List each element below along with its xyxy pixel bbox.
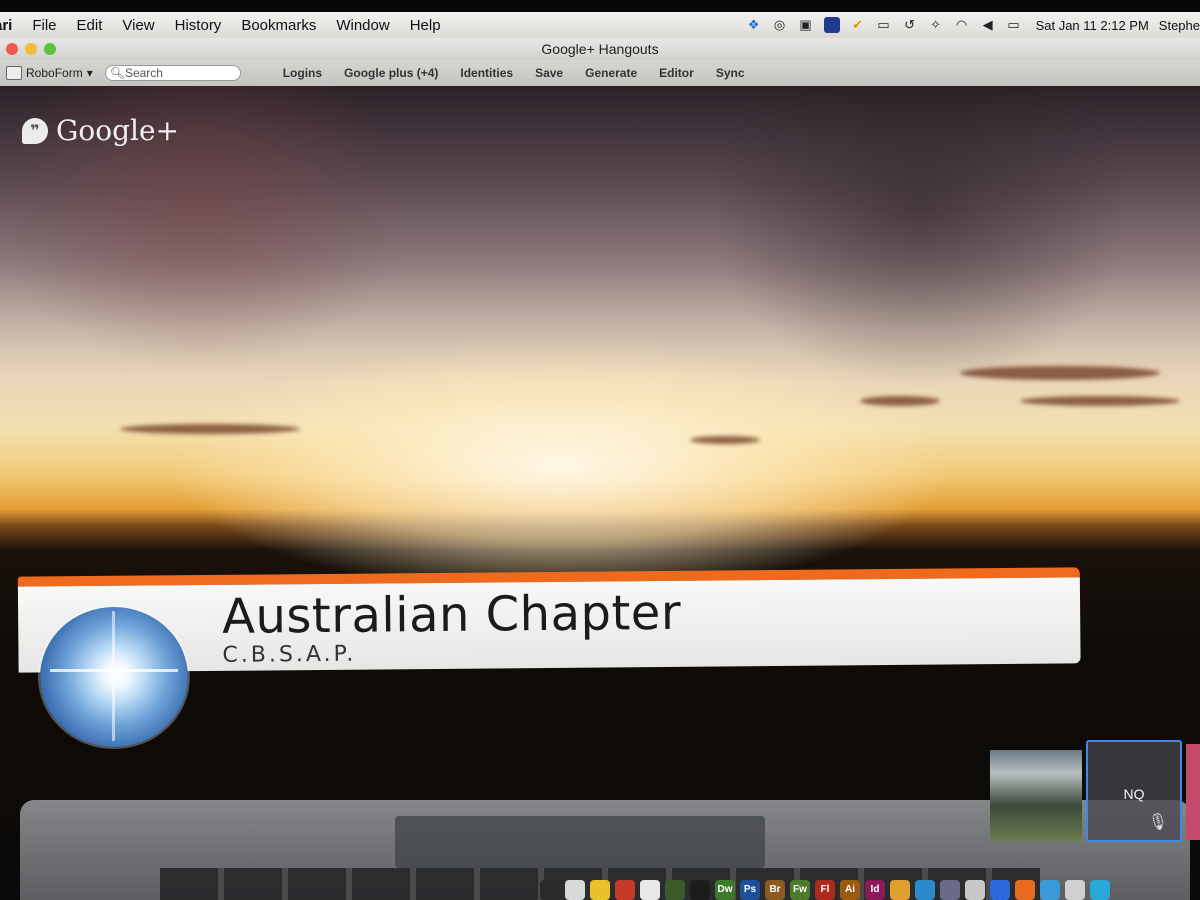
- dreamweaver-icon[interactable]: Dw: [715, 880, 735, 900]
- toolbar-google-plus[interactable]: Google plus (+4): [344, 66, 438, 80]
- toolbar-save[interactable]: Save: [535, 66, 563, 80]
- battery-icon[interactable]: ▭: [1006, 17, 1022, 33]
- status-area: ❖ ◎ ▣ ✔ ▭ ↺ ✧ ◠ ◀ ▭ Sat Jan 11 2:12 PM S…: [746, 12, 1200, 38]
- airplay-icon[interactable]: ▭: [876, 17, 892, 33]
- window-title: Google+ Hangouts: [541, 41, 659, 57]
- bluetooth-icon[interactable]: ✧: [928, 17, 944, 33]
- toolbar-sync[interactable]: Sync: [716, 66, 745, 80]
- cloud-shape: [690, 436, 760, 444]
- toolbar-generate[interactable]: Generate: [585, 66, 637, 80]
- wifi-icon[interactable]: ◠: [954, 17, 970, 33]
- mic-muted-icon: 🎙︎: [1147, 814, 1168, 831]
- app-icon[interactable]: [965, 880, 985, 900]
- volume-icon[interactable]: ◀: [980, 17, 996, 33]
- menu-bookmarks[interactable]: Bookmarks: [231, 17, 326, 34]
- toolbar-logins[interactable]: Logins: [283, 66, 322, 80]
- window-controls: [6, 43, 56, 55]
- search-placeholder: Search: [124, 66, 163, 80]
- safari-icon[interactable]: [640, 880, 660, 900]
- app-icon[interactable]: [665, 880, 685, 900]
- menu-file[interactable]: File: [22, 17, 66, 34]
- checkmark-icon[interactable]: ✔: [850, 17, 866, 33]
- fireworks-icon[interactable]: Fw: [790, 880, 810, 900]
- menu-window[interactable]: Window: [326, 17, 399, 34]
- google-plus-label: Google+: [56, 114, 179, 147]
- roboform-label: RoboForm: [26, 66, 83, 80]
- app-icon[interactable]: [890, 880, 910, 900]
- menu-edit[interactable]: Edit: [67, 17, 113, 34]
- menu-clock[interactable]: Sat Jan 11 2:12 PM: [1036, 18, 1149, 33]
- menu-history[interactable]: History: [165, 17, 232, 34]
- photoshop-icon[interactable]: Ps: [740, 880, 760, 900]
- roboform-icon: [6, 66, 22, 80]
- chapter-logo: [40, 607, 188, 747]
- illustrator-icon[interactable]: Ai: [840, 880, 860, 900]
- app-icon[interactable]: [915, 880, 935, 900]
- banner-title: Australian Chapter: [221, 584, 682, 645]
- app-icon[interactable]: [1065, 880, 1085, 900]
- participant-thumbnail-partial[interactable]: [1186, 744, 1200, 840]
- app-icon[interactable]: [1015, 880, 1035, 900]
- app-icon[interactable]: [940, 880, 960, 900]
- cloud-shape: [860, 396, 940, 406]
- participant-thumbnail-nq[interactable]: NQ 🎙︎: [1086, 740, 1182, 842]
- menu-help[interactable]: Help: [400, 17, 451, 34]
- window-title-bar: Google+ Hangouts: [0, 38, 1200, 60]
- toolbar-identities[interactable]: Identities: [460, 66, 513, 80]
- menu-user[interactable]: Stephe: [1159, 18, 1200, 33]
- zoom-button[interactable]: [44, 43, 56, 55]
- app-status-icon[interactable]: [823, 17, 840, 33]
- cloud-shape: [1020, 396, 1180, 406]
- hangouts-icon: ❞: [22, 117, 48, 144]
- app-icon[interactable]: [990, 880, 1010, 900]
- menu-view[interactable]: View: [112, 17, 164, 34]
- google-plus-brand: ❞ Google+: [22, 114, 179, 147]
- indesign-icon[interactable]: Id: [865, 880, 885, 900]
- robot-icon[interactable]: ▣: [798, 17, 814, 33]
- lens-flare-vertical: [112, 611, 115, 741]
- time-machine-icon[interactable]: ↺: [902, 17, 918, 33]
- app-icon[interactable]: [615, 880, 635, 900]
- app-icon[interactable]: [1040, 880, 1060, 900]
- app-icon[interactable]: [690, 880, 710, 900]
- app-icon[interactable]: [1090, 880, 1110, 900]
- cloud-shape: [960, 366, 1160, 380]
- minimize-button[interactable]: [25, 43, 37, 55]
- search-icon: 🔍︎: [109, 66, 125, 80]
- stickies-icon[interactable]: [590, 880, 610, 900]
- app-icon[interactable]: [565, 880, 585, 900]
- dock: Dw Ps Br Fw Fl Ai Id: [540, 876, 1200, 900]
- toolbar-editor[interactable]: Editor: [659, 66, 694, 80]
- participant-thumbnail-video[interactable]: [990, 750, 1082, 842]
- bridge-icon[interactable]: Br: [765, 880, 785, 900]
- participant-name: NQ: [1123, 786, 1145, 802]
- roboform-toolbar: RoboForm ▾ 🔍︎ Search Logins Google plus …: [0, 60, 1200, 87]
- dropbox-icon[interactable]: ❖: [746, 17, 762, 33]
- menu-app-name[interactable]: ari: [0, 17, 22, 34]
- camera-icon[interactable]: ◎: [772, 17, 788, 33]
- trackpad-reflection: [395, 816, 765, 868]
- cloud-shape: [120, 424, 300, 434]
- close-button[interactable]: [6, 43, 18, 55]
- menu-bar: ari File Edit View History Bookmarks Win…: [0, 12, 1200, 39]
- flash-icon[interactable]: Fl: [815, 880, 835, 900]
- dropdown-arrow-icon: ▾: [86, 66, 93, 80]
- finder-icon[interactable]: [540, 880, 560, 900]
- roboform-menu[interactable]: RoboForm ▾: [6, 66, 93, 80]
- banner-subtitle: C.B.S.A.P.: [222, 641, 357, 668]
- search-input[interactable]: 🔍︎ Search: [104, 65, 241, 81]
